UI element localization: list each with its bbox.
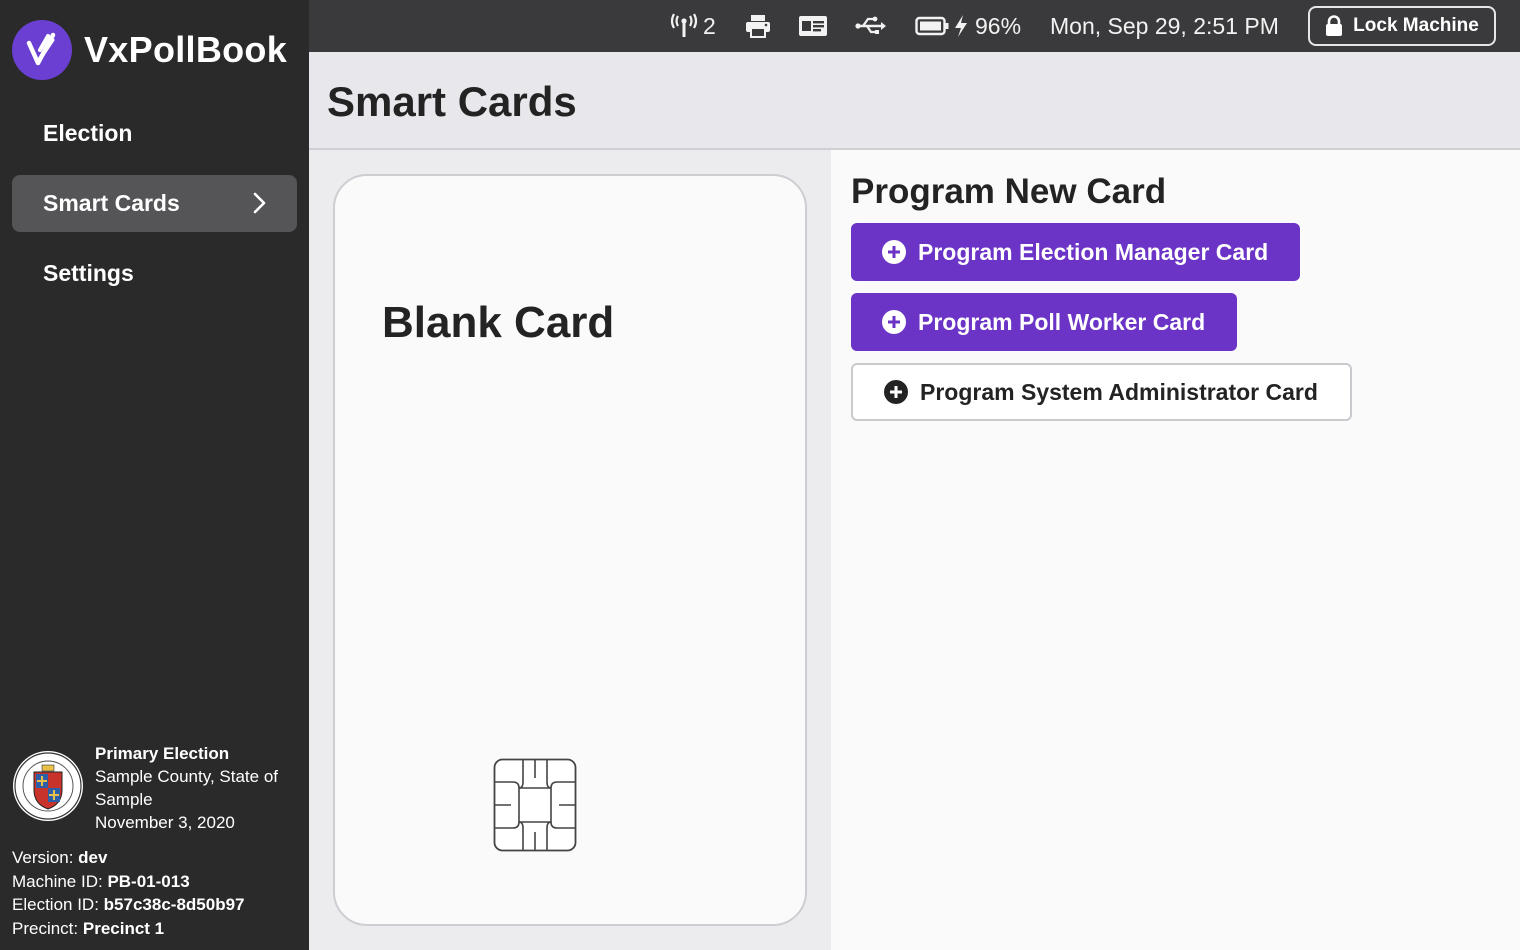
county-seal-icon <box>12 750 84 822</box>
chip-icon <box>493 758 577 852</box>
election-title: Primary Election <box>95 744 230 763</box>
version-value: dev <box>78 848 108 867</box>
version-label: Version: <box>12 848 74 867</box>
precinct-label: Precinct: <box>12 918 79 938</box>
precinct-row: Precinct: Precinct 1 <box>12 917 245 941</box>
lock-machine-label: Lock Machine <box>1353 15 1479 36</box>
machine-id-value: PB-01-013 <box>107 871 190 891</box>
card-pane: Blank Card <box>309 150 831 950</box>
app-name: VxPollBook <box>84 29 288 70</box>
app-logo-icon <box>12 20 72 80</box>
battery-icon <box>915 16 949 36</box>
plus-circle-icon <box>882 240 906 264</box>
machine-id-label: Machine ID: <box>12 871 103 891</box>
brand: VxPollBook <box>12 20 287 80</box>
usb-icon <box>855 0 887 52</box>
sidebar-item-settings[interactable]: Settings <box>12 245 297 302</box>
sidebar-item-label: Election <box>43 120 133 146</box>
datetime: Mon, Sep 29, 2:51 PM <box>1050 12 1279 39</box>
chevron-right-icon <box>253 192 266 214</box>
sidebar: VxPollBook Election Smart Cards Settings <box>0 0 309 950</box>
program-pane: Program New Card Program Election Manage… <box>831 150 1520 950</box>
page-title: Smart Cards <box>327 78 577 125</box>
charging-icon <box>955 15 967 37</box>
program-election-manager-card-button[interactable]: Program Election Manager Card <box>851 223 1301 281</box>
card-status-label: Blank Card <box>382 298 615 347</box>
machine-id-row: Machine ID: PB-01-013 <box>12 870 245 894</box>
election-id-row: Election ID: b57c38c-8d50b97 <box>12 893 245 917</box>
election-date: November 3, 2020 <box>95 813 235 832</box>
election-id-label: Election ID: <box>12 895 99 914</box>
sidebar-item-smart-cards[interactable]: Smart Cards <box>12 175 297 232</box>
plus-circle-icon <box>884 380 908 404</box>
smart-card-illustration: Blank Card <box>333 174 807 926</box>
sidebar-nav: Election Smart Cards Settings <box>12 105 297 315</box>
plus-circle-icon <box>882 310 906 334</box>
machine-info: Version: dev Machine ID: PB-01-013 Elect… <box>12 846 245 940</box>
version-row: Version: dev <box>12 846 245 870</box>
program-new-card-heading: Program New Card <box>851 172 1167 211</box>
battery-percent: 96% <box>975 12 1022 39</box>
card-reader-icon <box>798 0 828 52</box>
antenna-icon <box>670 13 698 37</box>
printer-icon <box>745 0 771 52</box>
battery-status: 96% <box>915 0 1021 52</box>
program-system-administrator-card-label: Program System Administrator Card <box>920 378 1318 405</box>
election-location: Sample County, State of Sample <box>95 767 279 809</box>
status-bar: 2 96% Mon, Sep 29, 2:51 PM Lock Machine <box>309 0 1520 52</box>
program-election-manager-card-label: Program Election Manager Card <box>918 238 1269 265</box>
election-info: Primary Election Sample County, State of… <box>12 742 302 834</box>
network-count: 2 <box>703 12 716 39</box>
sidebar-item-label: Smart Cards <box>43 190 180 216</box>
network-status: 2 <box>669 0 716 52</box>
page-header: Smart Cards <box>309 52 1520 150</box>
precinct-value: Precinct 1 <box>82 918 165 938</box>
program-poll-worker-card-label: Program Poll Worker Card <box>918 308 1206 335</box>
sidebar-item-label: Settings <box>43 260 134 286</box>
program-system-administrator-card-button[interactable]: Program System Administrator Card <box>851 363 1352 421</box>
program-poll-worker-card-button[interactable]: Program Poll Worker Card <box>851 293 1238 351</box>
election-id-value: b57c38c-8d50b97 <box>103 895 245 914</box>
sidebar-item-election[interactable]: Election <box>12 105 297 162</box>
lock-icon <box>1326 15 1343 36</box>
lock-machine-button[interactable]: Lock Machine <box>1308 6 1496 46</box>
